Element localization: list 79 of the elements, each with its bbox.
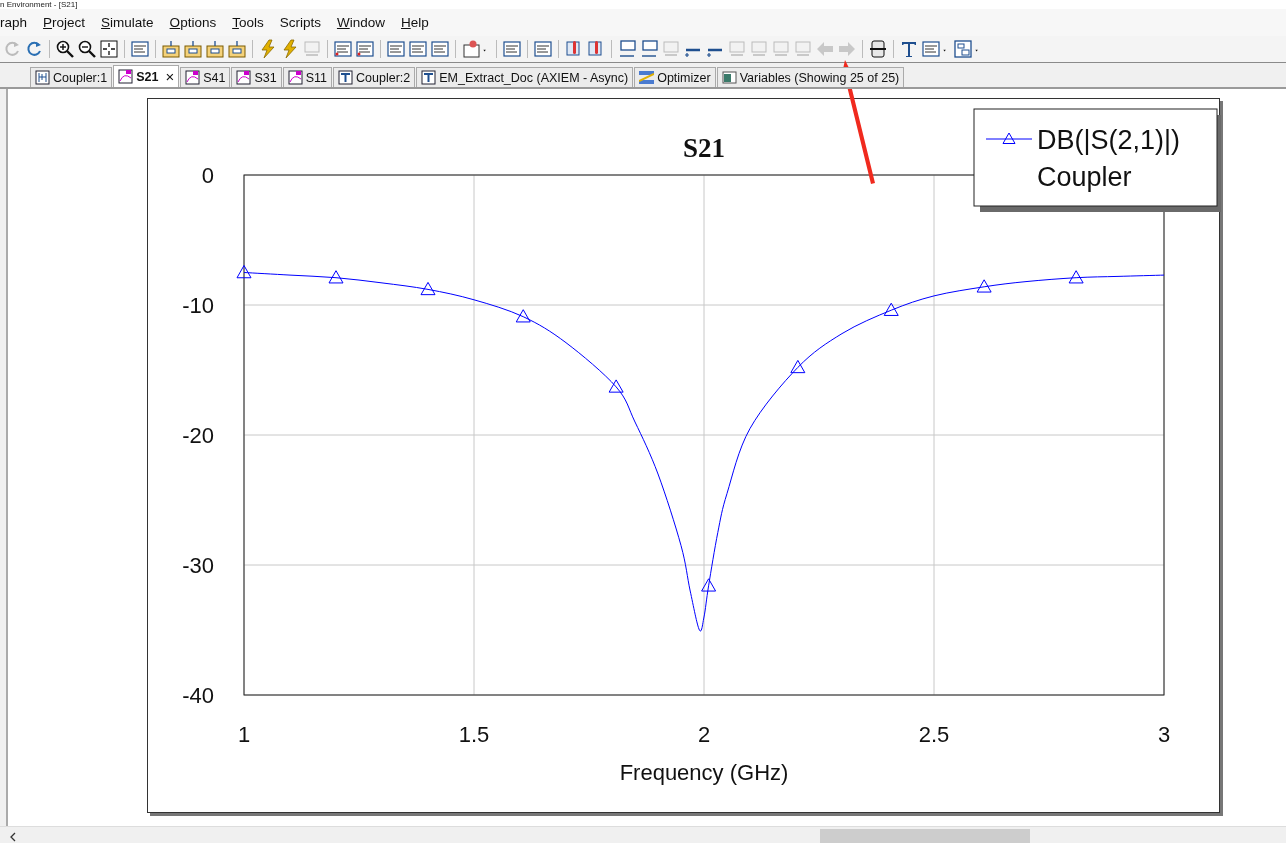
graph-icon xyxy=(287,70,303,85)
component-icon[interactable] xyxy=(227,39,247,59)
document-tab[interactable]: Coupler:2 xyxy=(333,67,416,87)
document-tab[interactable]: Optimizer xyxy=(634,67,716,87)
document-tab[interactable]: EM_Extract_Doc (AXIEM - Async) xyxy=(416,67,634,87)
menu-item[interactable]: Window xyxy=(336,15,385,30)
menu-item[interactable]: raph xyxy=(0,15,28,30)
document-icon[interactable] xyxy=(921,39,941,59)
refresh-icon[interactable] xyxy=(24,39,44,59)
scrollbar-thumb[interactable] xyxy=(820,829,1030,843)
triangle-marker xyxy=(790,359,806,374)
menu-item[interactable]: Tools xyxy=(232,15,264,30)
list-icon[interactable] xyxy=(355,39,375,59)
y-tick-label: -10 xyxy=(182,293,214,318)
scroll-left-icon[interactable] xyxy=(8,831,18,843)
new-window-icon[interactable] xyxy=(130,39,150,59)
document-icon[interactable] xyxy=(502,39,522,59)
marker-icon[interactable] xyxy=(639,39,659,59)
triangle-marker xyxy=(883,302,899,316)
triangle-marker xyxy=(236,265,252,279)
y-tick-label: -30 xyxy=(182,553,214,578)
window-title: n Environment - [S21] xyxy=(0,0,78,9)
document-tab[interactable]: Coupler:1 xyxy=(30,67,113,87)
marker-icon[interactable] xyxy=(617,39,637,59)
tool-icon[interactable] xyxy=(533,39,553,59)
component-icon[interactable] xyxy=(205,39,225,59)
zoom-out-icon[interactable] xyxy=(77,39,97,59)
menu-item[interactable]: Help xyxy=(400,15,429,30)
legend: DB(|S(2,1)|) Coupler xyxy=(973,108,1218,207)
triangle-marker xyxy=(701,578,717,592)
schematic-icon xyxy=(35,70,50,85)
component-icon[interactable] xyxy=(161,39,181,59)
text-tool-icon[interactable] xyxy=(899,39,919,59)
y-tick-label: -40 xyxy=(182,683,214,708)
triangle-marker xyxy=(328,270,344,284)
list-icon[interactable] xyxy=(333,39,353,59)
lightning-icon[interactable] xyxy=(258,39,278,59)
document-tab[interactable]: Variables (Showing 25 of 25) xyxy=(716,67,905,87)
lightning-icon[interactable] xyxy=(280,39,300,59)
menu-item[interactable]: Options xyxy=(169,15,217,30)
close-tab-button[interactable]: × xyxy=(165,68,175,85)
variables-icon xyxy=(721,70,737,85)
triangle-marker xyxy=(976,279,992,293)
window-icon[interactable] xyxy=(953,39,973,59)
schematic-icon xyxy=(421,70,437,85)
probe-icon[interactable] xyxy=(868,39,888,59)
document-tab[interactable]: S21 × xyxy=(113,65,180,87)
y-tick-label: 0 xyxy=(201,163,214,188)
tool-icon[interactable] xyxy=(408,39,428,59)
document-tab[interactable]: S41 xyxy=(180,67,231,87)
triangle-marker xyxy=(1068,270,1084,284)
menu-item[interactable]: Project xyxy=(43,15,86,30)
optimizer-icon xyxy=(639,70,655,85)
triangle-marker xyxy=(420,281,436,296)
graph-icon xyxy=(236,70,252,85)
tool-icon[interactable] xyxy=(430,39,450,59)
tool-icon[interactable] xyxy=(386,39,406,59)
component-icon[interactable] xyxy=(183,39,203,59)
fit-icon[interactable] xyxy=(99,39,119,59)
x-tick-label: 2.5 xyxy=(918,722,950,747)
y-tick-label: -20 xyxy=(182,423,214,448)
menu-item[interactable]: Scripts xyxy=(279,15,321,30)
zoom-in-icon[interactable] xyxy=(55,39,75,59)
triangle-marker xyxy=(608,379,624,393)
graph-icon xyxy=(185,70,201,85)
x-tick-label: 1.5 xyxy=(458,722,490,747)
graph-icon xyxy=(118,69,134,84)
chart-title: S21 xyxy=(683,133,725,163)
paint-icon[interactable] xyxy=(461,39,481,59)
document-tab[interactable]: S31 xyxy=(231,67,282,87)
x-tick-label: 1 xyxy=(237,722,251,747)
x-tick-label: 2 xyxy=(697,722,711,747)
menu-item[interactable]: Simulate xyxy=(101,15,154,30)
legend-label: DB(|S(2,1)|) xyxy=(1037,125,1181,155)
x-tick-label: 3 xyxy=(1157,722,1171,747)
x-axis-label: Frequency (GHz) xyxy=(619,760,789,785)
document-tab[interactable]: S11 xyxy=(282,67,333,87)
triangle-marker xyxy=(515,309,531,323)
schematic-icon xyxy=(338,70,354,85)
